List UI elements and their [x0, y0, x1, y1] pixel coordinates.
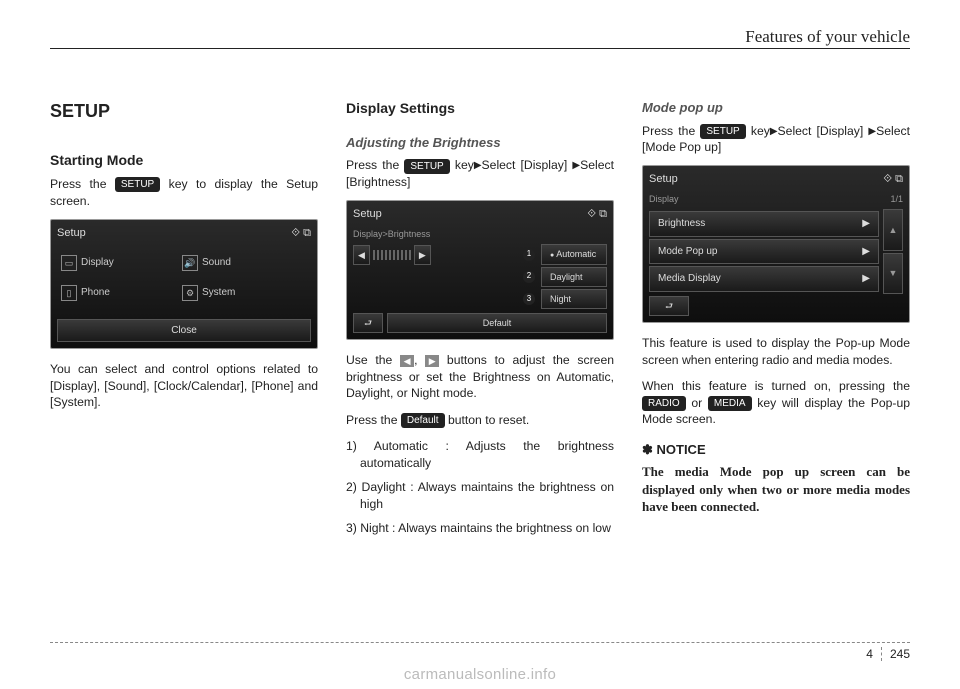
list-item-automatic: 1) Automatic : Adjusts the brightness au… — [346, 438, 614, 471]
left-arrow-icon: ◀ — [400, 355, 414, 367]
screenshot-brightness: Setup ⟐ ⧉ Display>Brightness ◀ ▶ 1 ● Autom… — [346, 200, 614, 340]
menu-display: ▭Display — [59, 251, 174, 275]
chevron-right-icon: ▶ — [862, 245, 870, 259]
page-indicator: 1/1 — [890, 193, 903, 205]
shot-title: Setup — [353, 207, 382, 222]
breadcrumb: Display — [649, 193, 679, 205]
heading-setup: SETUP — [50, 99, 318, 123]
row-media-display: Media Display▶ — [649, 266, 879, 292]
right-arrow-icon: ▶ — [425, 355, 439, 367]
callout-2: 2 — [523, 271, 535, 283]
para-starting-mode: Press the SETUP key to display the Setup… — [50, 176, 318, 209]
display-icon: ▭ — [61, 255, 77, 271]
default-key: Default — [401, 413, 445, 428]
notice-heading: ✽ NOTICE — [642, 441, 910, 459]
arrow-icon: ▶ — [868, 125, 876, 139]
para-default-reset: Press the Default button to reset. — [346, 412, 614, 428]
notice-body: The media Mode pop up screen can be disp… — [642, 463, 910, 516]
menu-phone: ▯Phone — [59, 281, 174, 305]
para-modepopup-path: Press the SETUP key▶Select [Display] ▶Se… — [642, 123, 910, 156]
scroll-up-button: ▲ — [883, 209, 903, 250]
arrow-icon: ▶ — [474, 159, 482, 173]
row-mode-popup: Mode Pop up▶ — [649, 239, 879, 265]
chevron-right-icon: ▶ — [862, 217, 870, 231]
arrow-icon: ▶ — [572, 159, 580, 173]
bt-icon: ⟐ ⧉ — [587, 207, 607, 222]
section-number: 4 — [866, 647, 881, 661]
shot-title: Setup — [57, 226, 86, 241]
screenshot-setup-main: Setup⟐ ⧉ ▭Display 🔊Sound ▯Phone ⚙System … — [50, 219, 318, 349]
scroll-down-button: ▼ — [883, 253, 903, 294]
para-popup-desc: This feature is used to display the Pop-… — [642, 335, 910, 368]
callout-1: 1 — [523, 249, 535, 261]
back-button: ⮐ — [649, 296, 689, 316]
system-icon: ⚙ — [182, 285, 198, 301]
para-brightness-path: Press the SETUP key▶Select [Display] ▶Se… — [346, 157, 614, 190]
close-button: Close — [57, 319, 311, 343]
row-brightness: Brightness▶ — [649, 211, 879, 237]
watermark: carmanualsonline.info — [0, 666, 960, 683]
callout-3: 3 — [523, 293, 535, 305]
para-popup-on: When this feature is turned on, pressing… — [642, 378, 910, 427]
bt-icon: ⟐ ⧉ — [883, 172, 903, 187]
radio-key: RADIO — [642, 396, 686, 411]
daylight-button: Daylight — [541, 267, 607, 287]
para-brightness-use: Use the ◀, ▶ buttons to adjust the scree… — [346, 352, 614, 401]
arrow-icon: ▶ — [770, 125, 778, 139]
setup-key: SETUP — [404, 159, 449, 174]
setup-key: SETUP — [700, 124, 745, 139]
phone-icon: ▯ — [61, 285, 77, 301]
page-number: 245 — [881, 647, 910, 661]
heading-mode-popup: Mode pop up — [642, 99, 910, 117]
left-arrow-button: ◀ — [353, 245, 370, 265]
heading-adjust-brightness: Adjusting the Brightness — [346, 134, 614, 152]
heading-starting-mode: Starting Mode — [50, 151, 318, 170]
chevron-right-icon: ▶ — [862, 272, 870, 286]
page-footer: 4 245 — [50, 642, 910, 661]
screenshot-display-menu: Setup ⟐ ⧉ Display 1/1 Brightness▶ Mode Po… — [642, 165, 910, 323]
media-key: MEDIA — [708, 396, 752, 411]
bt-icon: ⟐ ⧉ — [291, 226, 311, 241]
sound-icon: 🔊 — [182, 255, 198, 271]
chapter-title: Features of your vehicle — [739, 27, 910, 47]
list-item-daylight: 2) Daylight : Always maintains the brigh… — [346, 479, 614, 512]
menu-system: ⚙System — [180, 281, 295, 305]
list-item-night: 3) Night : Always maintains the brightne… — [346, 520, 614, 536]
default-button: Default — [387, 313, 607, 333]
night-button: Night — [541, 289, 607, 309]
shot-title: Setup — [649, 172, 678, 187]
menu-sound: 🔊Sound — [180, 251, 295, 275]
heading-display-settings: Display Settings — [346, 99, 614, 118]
setup-key: SETUP — [115, 177, 160, 192]
para-setup-options: You can select and control options relat… — [50, 361, 318, 410]
breadcrumb: Display>Brightness — [353, 228, 607, 240]
back-button: ⮐ — [353, 313, 383, 333]
right-arrow-button: ▶ — [414, 245, 431, 265]
automatic-button: ● Automatic — [541, 244, 607, 264]
